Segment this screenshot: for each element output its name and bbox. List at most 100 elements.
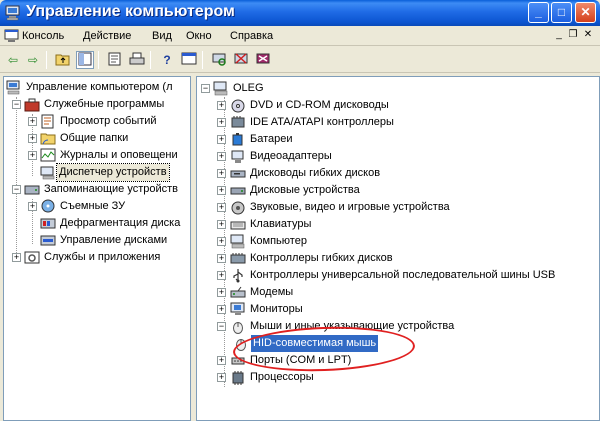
floppy-controller-icon xyxy=(230,253,246,264)
computer-management-icon xyxy=(5,5,20,21)
collapse-toggle[interactable]: − xyxy=(12,100,21,109)
expand-toggle[interactable]: + xyxy=(28,151,37,160)
menu-window[interactable]: Окно xyxy=(186,30,212,42)
expand-toggle[interactable]: + xyxy=(217,356,226,365)
disable-device-icon[interactable] xyxy=(232,51,250,69)
menu-bar: Консоль Действие Вид Окно Справка _ ❐ ✕ xyxy=(0,26,600,46)
expand-toggle[interactable]: + xyxy=(217,237,226,246)
device-label: Модемы xyxy=(250,286,294,298)
back-icon[interactable]: ⇦ xyxy=(4,51,22,69)
tree-item-label: Запоминающие устройств xyxy=(44,183,179,195)
expand-toggle[interactable]: + xyxy=(28,117,37,126)
mdi-restore-button[interactable]: ❐ xyxy=(566,29,580,42)
help-icon[interactable]: ? xyxy=(158,51,176,69)
expand-toggle[interactable]: + xyxy=(217,118,226,127)
tree-item-label: Просмотр событий xyxy=(60,115,157,127)
monitor-icon xyxy=(230,302,245,315)
expand-toggle[interactable]: + xyxy=(12,253,21,262)
expand-toggle[interactable]: + xyxy=(217,135,226,144)
toolbar-separator xyxy=(98,51,99,69)
expand-toggle[interactable]: + xyxy=(217,288,226,297)
device-label: Компьютер xyxy=(250,235,307,247)
expand-toggle[interactable]: + xyxy=(28,202,37,211)
dvd-drive-icon xyxy=(231,99,245,113)
menu-action[interactable]: Действие xyxy=(83,30,131,42)
toolbar: ⇦ ⇨ ? xyxy=(0,47,600,73)
computer-icon xyxy=(213,81,228,96)
collapse-toggle[interactable]: − xyxy=(201,84,210,93)
tree-item-label: Управление дисками xyxy=(60,234,168,246)
keyboard-icon xyxy=(230,221,246,230)
tree-item-label: Дефрагментация диска xyxy=(60,217,181,229)
sound-device-icon xyxy=(231,201,245,215)
maximize-button[interactable]: □ xyxy=(551,2,572,23)
tree-item-label: Общие папки xyxy=(60,132,129,144)
tree-root-label: Управление компьютером (л xyxy=(26,81,173,93)
device-label: Звуковые, видео и игровые устройства xyxy=(250,201,450,213)
device-label: Дисководы гибких дисков xyxy=(250,167,381,179)
scan-hardware-icon[interactable] xyxy=(210,51,228,69)
tree-item-label: Журналы и оповещени xyxy=(60,149,178,161)
console-window-icon xyxy=(4,29,19,42)
shared-folder-icon xyxy=(40,133,56,145)
properties-icon[interactable] xyxy=(106,51,124,69)
storage-icon xyxy=(24,185,40,195)
expand-toggle[interactable]: + xyxy=(217,220,226,229)
expand-toggle[interactable]: + xyxy=(217,101,226,110)
expand-toggle[interactable]: + xyxy=(28,134,37,143)
toolbar-separator xyxy=(202,51,203,69)
minimize-button[interactable]: _ xyxy=(528,2,549,23)
modem-icon xyxy=(230,286,246,298)
device-tree-pane[interactable]: − OLEG + DVD и CD-ROM дисководы + IDE ATA/A… xyxy=(196,76,600,421)
menu-console[interactable]: Консоль xyxy=(22,30,64,42)
up-folder-icon[interactable] xyxy=(54,51,72,69)
uninstall-device-icon[interactable] xyxy=(254,51,272,69)
expand-toggle[interactable]: + xyxy=(217,186,226,195)
print-icon[interactable] xyxy=(128,51,146,69)
disk-drive-icon xyxy=(230,187,246,195)
services-icon xyxy=(24,251,40,264)
toolbar-separator xyxy=(150,51,151,69)
usb-icon xyxy=(233,269,243,283)
device-label: Батареи xyxy=(250,133,293,145)
device-tree-root-label: OLEG xyxy=(233,82,264,94)
close-button[interactable]: ✕ xyxy=(575,2,596,23)
collapse-toggle[interactable]: − xyxy=(217,322,226,331)
disk-management-icon xyxy=(40,235,56,246)
device-label: Мониторы xyxy=(250,303,303,315)
device-label: Клавиатуры xyxy=(250,218,312,230)
title-bar[interactable]: Управление компьютером _ □ ✕ xyxy=(0,0,600,26)
mdi-minimize-button[interactable]: _ xyxy=(552,29,566,42)
removable-storage-icon xyxy=(41,199,55,213)
collapse-toggle[interactable]: − xyxy=(12,185,21,194)
tree-item-label: Служебные программы xyxy=(44,98,165,110)
device-label: Процессоры xyxy=(250,371,314,383)
computer-icon xyxy=(230,234,245,249)
console-icon[interactable] xyxy=(180,51,198,69)
floppy-drive-icon xyxy=(230,170,246,178)
ide-controller-icon xyxy=(231,116,245,128)
tree-item-label: Съемные ЗУ xyxy=(60,200,126,212)
expand-toggle[interactable]: + xyxy=(217,271,226,280)
expand-toggle[interactable]: + xyxy=(217,373,226,382)
forward-icon[interactable]: ⇨ xyxy=(24,51,42,69)
toolbox-icon xyxy=(24,98,40,112)
expand-toggle[interactable]: + xyxy=(217,254,226,263)
mdi-close-button[interactable]: ✕ xyxy=(581,29,595,42)
toolbar-separator xyxy=(46,51,47,69)
menu-help[interactable]: Справка xyxy=(230,30,273,42)
expand-toggle[interactable]: + xyxy=(217,169,226,178)
expand-toggle[interactable]: + xyxy=(217,203,226,212)
console-tree-pane[interactable]: Управление компьютером (л − Служебные пр… xyxy=(3,76,191,421)
mouse-icon xyxy=(233,322,243,334)
expand-toggle[interactable]: + xyxy=(217,305,226,314)
menu-view[interactable]: Вид xyxy=(152,30,172,42)
device-manager-icon xyxy=(40,166,55,180)
device-label: Дисковые устройства xyxy=(250,184,360,196)
device-label: Видеоадаптеры xyxy=(250,150,332,162)
event-viewer-icon xyxy=(41,114,54,129)
device-label: IDE ATA/ATAPI контроллеры xyxy=(250,116,394,128)
show-hide-tree-icon[interactable] xyxy=(76,51,94,69)
expand-toggle[interactable]: + xyxy=(217,152,226,161)
defragmenter-icon xyxy=(40,218,56,229)
